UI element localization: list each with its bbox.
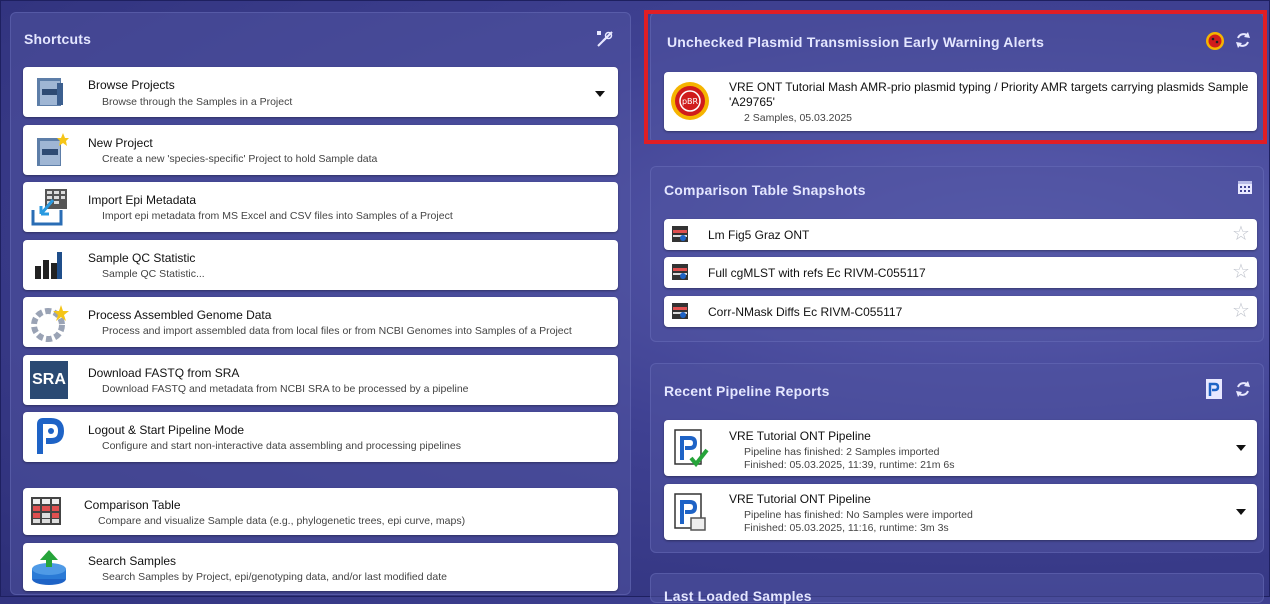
report-status: Pipeline has finished: 2 Samples importe… — [744, 446, 940, 458]
pipeline-no-import-icon — [673, 492, 709, 537]
highlight-box — [644, 10, 1267, 144]
snapshot-item[interactable]: Lm Fig5 Graz ONT ☆ — [664, 219, 1257, 250]
chevron-down-icon[interactable] — [1236, 445, 1246, 451]
star-icon[interactable]: ☆ — [1232, 301, 1250, 321]
snapshot-item[interactable]: Full cgMLST with refs Ec RIVM-C055117 ☆ — [664, 257, 1257, 288]
report-title: VRE Tutorial ONT Pipeline — [729, 492, 871, 506]
pipeline-icon — [33, 418, 65, 461]
shortcut-pipeline-mode[interactable]: Logout & Start Pipeline Mode Configure a… — [23, 412, 618, 462]
browse-projects-icon — [33, 75, 67, 114]
report-title: VRE Tutorial ONT Pipeline — [729, 429, 871, 443]
pipeline-success-icon — [673, 428, 709, 473]
report-finished: Finished: 05.03.2025, 11:16, runtime: 3m… — [744, 522, 949, 534]
report-status: Pipeline has finished: No Samples were i… — [744, 509, 973, 521]
shortcut-title: New Project — [88, 136, 153, 150]
sra-icon-text: SRA — [32, 371, 66, 388]
report-item[interactable]: VRE Tutorial ONT Pipeline Pipeline has f… — [664, 420, 1257, 476]
snapshot-label: Corr-NMask Diffs Ec RIVM-C055117 — [708, 305, 903, 319]
report-finished: Finished: 05.03.2025, 11:39, runtime: 21… — [744, 459, 955, 471]
shortcut-desc: Configure and start non-interactive data… — [102, 440, 461, 452]
chevron-down-icon[interactable] — [595, 91, 605, 97]
snapshot-label: Full cgMLST with refs Ec RIVM-C055117 — [708, 266, 926, 280]
snapshot-item[interactable]: Corr-NMask Diffs Ec RIVM-C055117 ☆ — [664, 296, 1257, 327]
shortcut-desc: Process and import assembled data from l… — [102, 325, 572, 337]
star-icon[interactable]: ☆ — [1232, 262, 1250, 282]
shortcut-browse-projects[interactable]: Browse Projects Browse through the Sampl… — [23, 67, 618, 117]
snapshot-table-icon — [672, 303, 688, 324]
shortcut-search-samples[interactable]: Search Samples Search Samples by Project… — [23, 543, 618, 591]
last-loaded-title: Last Loaded Samples — [664, 588, 812, 604]
chevron-down-icon[interactable] — [1236, 509, 1246, 515]
snapshots-title: Comparison Table Snapshots — [664, 182, 866, 198]
shortcut-process-genome[interactable]: Process Assembled Genome Data Process an… — [23, 297, 618, 347]
report-item[interactable]: VRE Tutorial ONT Pipeline Pipeline has f… — [664, 484, 1257, 540]
shortcut-title: Comparison Table — [84, 498, 181, 512]
table-icon — [30, 495, 62, 532]
database-search-icon — [29, 549, 69, 592]
shortcut-title: Import Epi Metadata — [88, 193, 197, 207]
new-project-icon — [33, 132, 69, 173]
shortcut-title: Logout & Start Pipeline Mode — [88, 423, 245, 437]
refresh-icon[interactable] — [1234, 380, 1252, 398]
tools-icon[interactable] — [596, 30, 614, 48]
shortcut-new-project[interactable]: New Project Create a new 'species-specif… — [23, 125, 618, 175]
genome-icon — [30, 303, 70, 348]
snapshot-table-icon — [672, 264, 688, 285]
shortcut-import-epi[interactable]: Import Epi Metadata Import epi metadata … — [23, 182, 618, 232]
star-icon[interactable]: ☆ — [1232, 224, 1250, 244]
snapshot-label: Lm Fig5 Graz ONT — [708, 228, 810, 242]
reports-title: Recent Pipeline Reports — [664, 383, 830, 399]
shortcut-desc: Search Samples by Project, epi/genotypin… — [102, 571, 447, 583]
shortcut-download-fastq[interactable]: SRA Download FASTQ from SRA Download FAS… — [23, 355, 618, 405]
shortcut-desc: Browse through the Samples in a Project — [102, 96, 293, 108]
shortcut-title: Search Samples — [88, 554, 177, 568]
shortcut-title: Process Assembled Genome Data — [88, 308, 272, 322]
shortcuts-title: Shortcuts — [24, 31, 92, 47]
shortcut-sample-qc[interactable]: Sample QC Statistic Sample QC Statistic.… — [23, 240, 618, 290]
snapshot-table-icon — [672, 226, 688, 247]
shortcut-title: Sample QC Statistic — [88, 251, 196, 265]
shortcut-desc: Sample QC Statistic... — [102, 268, 205, 280]
shortcut-desc: Download FASTQ and metadata from NCBI SR… — [102, 383, 469, 395]
import-epi-icon — [31, 188, 69, 231]
calendar-table-icon[interactable] — [1237, 179, 1255, 197]
shortcut-desc: Create a new 'species-specific' Project … — [102, 153, 378, 165]
bar-chart-icon — [33, 250, 63, 285]
shortcut-title: Browse Projects — [88, 78, 175, 92]
shortcut-title: Download FASTQ from SRA — [88, 366, 240, 380]
pipeline-report-icon[interactable] — [1206, 379, 1224, 399]
shortcut-desc: Compare and visualize Sample data (e.g.,… — [98, 515, 466, 527]
shortcut-comparison-table[interactable]: Comparison Table Compare and visualize S… — [23, 488, 618, 535]
sra-icon: SRA — [30, 361, 68, 399]
shortcut-desc: Import epi metadata from MS Excel and CS… — [102, 210, 453, 222]
